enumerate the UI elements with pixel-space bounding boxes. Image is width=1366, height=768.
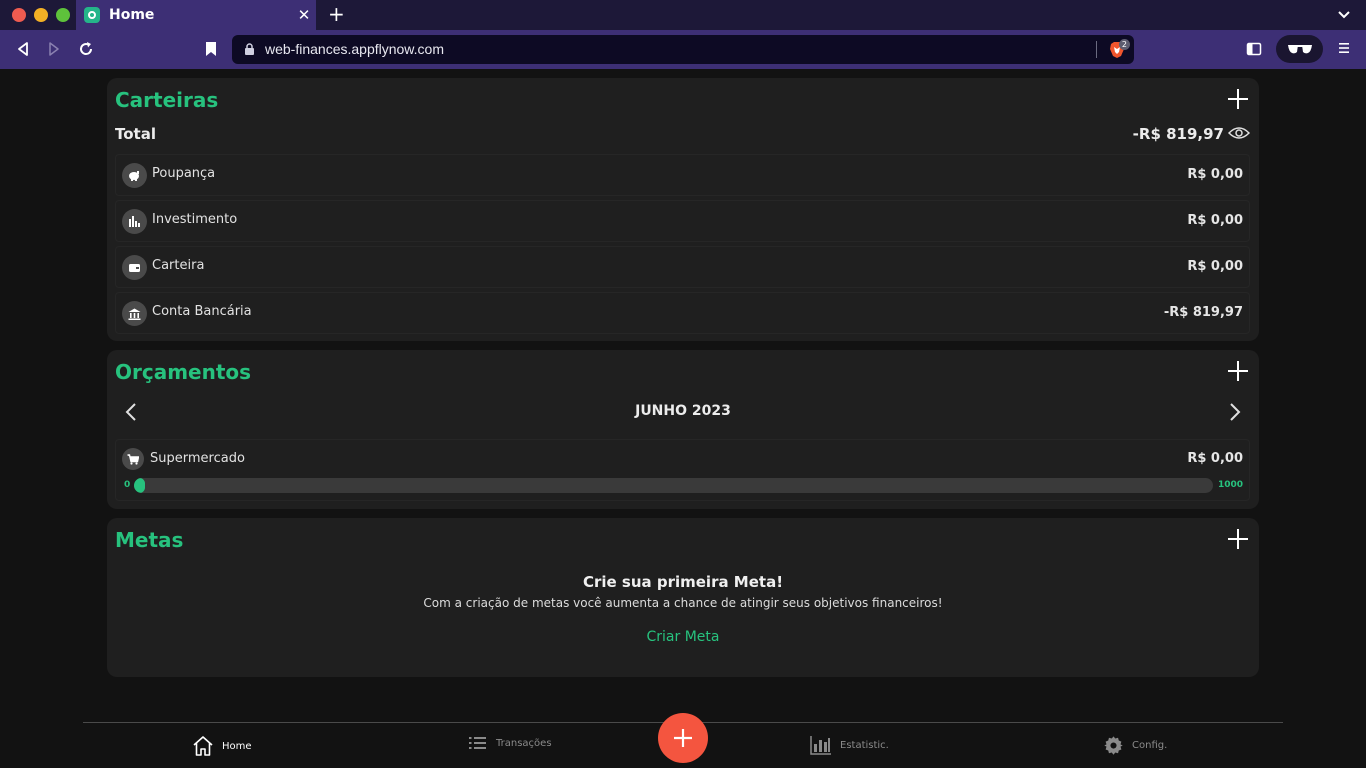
goals-empty-description: Com a criação de metas você aumenta a ch…	[423, 596, 943, 610]
budget-month-label: JUNHO 2023	[635, 403, 731, 419]
reload-icon[interactable]	[76, 39, 96, 59]
wallets-total-value: -R$ 819,97	[1132, 125, 1224, 143]
wallet-value: R$ 0,00	[1187, 259, 1243, 274]
bottom-nav-statistics[interactable]: Estatistic.	[810, 735, 889, 755]
wallet-icon	[122, 255, 147, 280]
wallet-row-conta-bancaria[interactable]: Conta Bancária -R$ 819,97	[115, 292, 1250, 334]
add-budget-plus-icon[interactable]	[1227, 360, 1249, 382]
wallet-value: R$ 0,00	[1187, 167, 1243, 182]
budget-progress-min: 0	[124, 480, 131, 490]
create-goal-link[interactable]: Criar Meta	[647, 629, 720, 645]
url-text[interactable]: web-finances.appflynow.com	[265, 41, 444, 57]
new-tab-button[interactable]: +	[328, 3, 345, 25]
budget-progress-max: 1000	[1217, 480, 1243, 490]
lock-icon	[245, 43, 254, 55]
wallet-row-carteira[interactable]: Carteira R$ 0,00	[115, 246, 1250, 288]
sidebar-toggle-icon[interactable]	[1246, 41, 1262, 57]
bottom-nav-home[interactable]: Home	[192, 735, 252, 757]
bottom-nav-home-label: Home	[222, 740, 252, 752]
bottom-nav-transactions-label: Transações	[496, 737, 552, 749]
eye-icon[interactable]	[1228, 125, 1250, 141]
wallets-title: Carteiras	[115, 88, 219, 112]
wallet-label: Poupança	[152, 166, 216, 181]
tab-close-button[interactable]: ✕	[292, 6, 316, 24]
budget-row-supermercado[interactable]: Supermercado R$ 0,00 0 1000	[115, 439, 1250, 501]
list-icon	[469, 737, 486, 749]
tab-list-chevron-down-icon[interactable]	[1336, 6, 1352, 22]
plus-icon	[674, 729, 692, 747]
wallet-label: Investimento	[152, 212, 238, 227]
home-icon	[193, 736, 213, 756]
address-bar[interactable]: web-finances.appflynow.com 2	[232, 35, 1134, 64]
window-maximize-button[interactable]	[56, 8, 70, 22]
budget-progress-fill	[134, 478, 145, 493]
next-month-chevron-right-icon[interactable]	[1228, 402, 1242, 422]
budget-progress-bar	[134, 478, 1213, 493]
gear-icon	[1104, 736, 1123, 755]
bar-chart-icon	[122, 209, 147, 234]
browser-toolbar: web-finances.appflynow.com 2	[0, 30, 1366, 69]
window-minimize-button[interactable]	[34, 8, 48, 22]
wallet-label: Carteira	[152, 258, 205, 273]
goals-title: Metas	[115, 528, 184, 552]
shields-count-badge: 2	[1118, 39, 1130, 50]
statistics-bar-chart-icon	[810, 736, 831, 755]
add-transaction-fab-button[interactable]	[658, 713, 708, 763]
add-wallet-plus-icon[interactable]	[1227, 88, 1249, 110]
piggy-bank-icon	[122, 163, 147, 188]
bottom-nav-transactions[interactable]: Transações	[468, 735, 552, 751]
bottom-nav-settings-label: Config.	[1132, 740, 1168, 751]
glasses-icon	[1287, 45, 1312, 54]
budgets-card: Orçamentos JUNHO 2023 Supermercado R$ 0,…	[107, 350, 1259, 509]
cart-icon	[122, 448, 144, 470]
wallet-row-poupanca[interactable]: Poupança R$ 0,00	[115, 154, 1250, 196]
wallet-row-investimento[interactable]: Investimento R$ 0,00	[115, 200, 1250, 242]
hamburger-menu-icon[interactable]	[1337, 41, 1351, 55]
vpn-button[interactable]	[1276, 35, 1323, 63]
browser-tab-bar: Home ✕ +	[0, 0, 1366, 30]
bank-icon	[122, 301, 147, 326]
budgets-title: Orçamentos	[115, 360, 252, 384]
budget-label: Supermercado	[150, 451, 245, 466]
address-bar-divider	[1096, 41, 1097, 58]
bookmark-icon[interactable]	[201, 39, 221, 59]
wallet-value: R$ 0,00	[1187, 213, 1243, 228]
tab-title: Home	[109, 7, 155, 23]
add-goal-plus-icon[interactable]	[1227, 528, 1249, 550]
goals-empty-title: Crie sua primeira Meta!	[582, 573, 784, 591]
budget-value: R$ 0,00	[1187, 451, 1243, 466]
wallets-total-label: Total	[115, 125, 156, 143]
window-close-button[interactable]	[12, 8, 26, 22]
back-arrow-icon[interactable]	[13, 39, 33, 59]
app-favicon-icon	[84, 7, 100, 23]
bottom-nav-settings[interactable]: Config.	[1103, 735, 1167, 756]
goals-card: Metas Crie sua primeira Meta! Com a cria…	[107, 518, 1259, 677]
bottom-nav-statistics-label: Estatistic.	[840, 739, 889, 751]
forward-arrow-icon[interactable]	[44, 39, 64, 59]
browser-tab-home[interactable]: Home ✕	[76, 0, 316, 30]
wallet-label: Conta Bancária	[152, 304, 252, 319]
wallet-value: -R$ 819,97	[1163, 305, 1243, 320]
wallets-card: Carteiras Total -R$ 819,97 Poupança R$ 0…	[107, 78, 1259, 341]
